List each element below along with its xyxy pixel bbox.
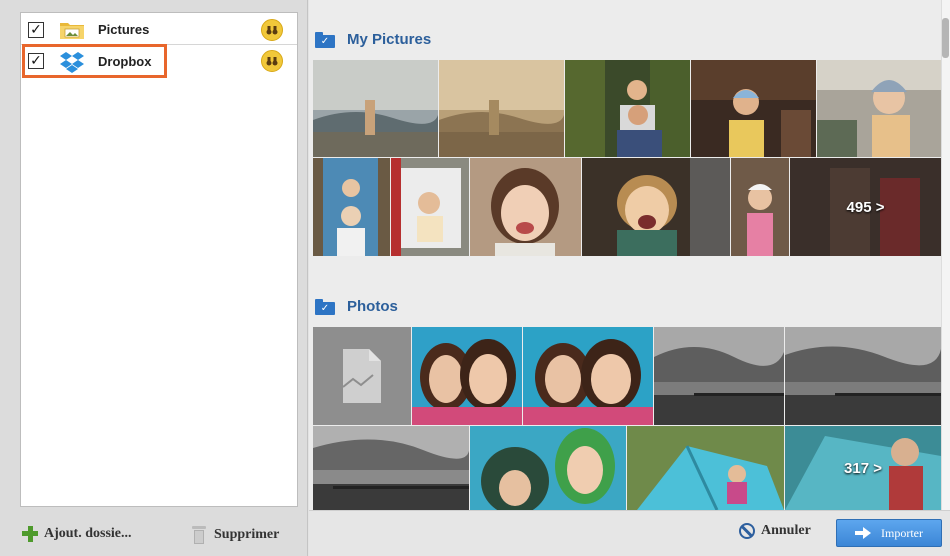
photo-thumbnail[interactable] — [313, 60, 438, 157]
section-header-my-pictures[interactable]: ✓ My Pictures — [315, 31, 431, 48]
add-folder-button[interactable]: Ajout. dossie... — [22, 526, 132, 542]
photo-thumbnail[interactable] — [654, 327, 784, 425]
photo-thumbnail[interactable] — [523, 327, 653, 425]
section-title: Photos — [347, 298, 398, 315]
add-folder-label: Ajout. dossie... — [44, 526, 132, 541]
photo-thumbnail[interactable] — [582, 158, 730, 256]
section-title: My Pictures — [347, 31, 432, 48]
photo-thumbnail[interactable] — [470, 158, 581, 256]
source-toolbar: Ajout. dossie... Supprimer — [0, 510, 308, 556]
remove-folder-label: Supprimer — [214, 527, 280, 542]
photo-thumbnail[interactable] — [565, 60, 690, 157]
vertical-scrollbar[interactable] — [941, 0, 950, 510]
photo-thumbnail[interactable] — [313, 158, 390, 256]
more-count-label: 317 > — [844, 459, 882, 477]
photo-thumbnail[interactable] — [439, 60, 564, 157]
preview-panel: ✓ My Pictures 495 > ✓ Photos 317 > — [309, 0, 950, 510]
arrow-right-icon — [855, 527, 871, 539]
more-count-label: 495 > — [846, 198, 885, 216]
pictures-folder-icon — [59, 20, 85, 40]
import-label: Importer — [881, 525, 923, 540]
photo-thumbnail[interactable] — [313, 426, 469, 510]
document-icon — [342, 349, 381, 403]
source-row-pictures[interactable]: ✓ Pictures — [21, 15, 297, 45]
checked-folder-icon: ✓ — [315, 298, 335, 315]
binoculars-icon[interactable] — [261, 50, 283, 72]
cancel-icon — [739, 523, 755, 539]
more-photos-tile[interactable]: 317 > — [785, 426, 941, 510]
file-placeholder-thumbnail[interactable] — [313, 327, 411, 425]
binoculars-icon[interactable] — [261, 18, 283, 41]
source-panel: ✓ Pictures ✓ Dropbox Ajout. dossie... Su… — [0, 0, 308, 556]
remove-folder-button[interactable]: Supprimer — [192, 526, 279, 544]
more-photos-tile[interactable]: 495 > — [790, 158, 941, 256]
photo-thumbnail[interactable] — [391, 158, 469, 256]
plus-icon — [22, 526, 38, 542]
photo-thumbnail[interactable] — [785, 327, 941, 425]
import-dialog: ✓ Pictures ✓ Dropbox Ajout. dossie... Su… — [0, 0, 950, 556]
photo-thumbnail[interactable] — [412, 327, 522, 425]
dropbox-highlight-frame — [22, 44, 167, 78]
trash-icon — [192, 526, 206, 544]
photo-thumbnail[interactable] — [691, 60, 816, 157]
photo-thumbnail[interactable] — [627, 426, 784, 510]
section-header-photos[interactable]: ✓ Photos — [315, 298, 398, 315]
checked-folder-icon: ✓ — [315, 31, 335, 48]
source-label: Pictures — [98, 22, 150, 37]
dialog-footer: Annuler Importer — [309, 510, 950, 556]
photo-thumbnail[interactable] — [731, 158, 789, 256]
cancel-label: Annuler — [761, 523, 811, 538]
source-folder-list: ✓ Pictures ✓ Dropbox — [20, 12, 298, 507]
photo-thumbnail[interactable] — [470, 426, 626, 510]
photo-thumbnail[interactable] — [817, 60, 941, 157]
cancel-button[interactable]: Annuler — [739, 523, 811, 539]
import-button[interactable]: Importer — [836, 519, 942, 547]
scrollbar-thumb[interactable] — [942, 18, 949, 58]
pictures-checkbox[interactable]: ✓ — [28, 21, 44, 38]
